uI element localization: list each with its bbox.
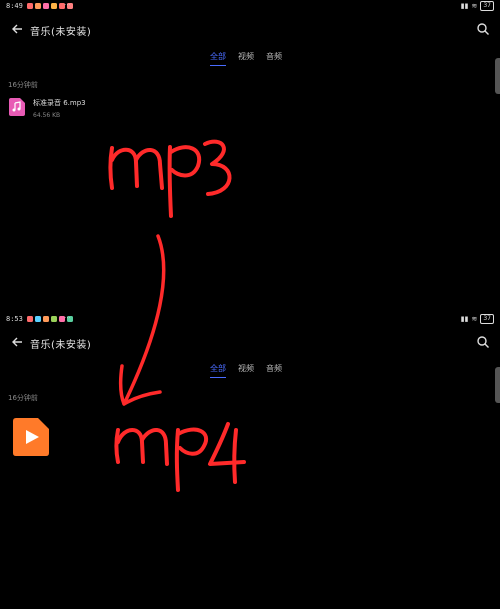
handwriting-annotation <box>108 139 246 492</box>
mp4-handwriting <box>114 422 246 492</box>
mp3-handwriting <box>108 139 232 218</box>
down-arrow-annotation <box>118 234 166 406</box>
